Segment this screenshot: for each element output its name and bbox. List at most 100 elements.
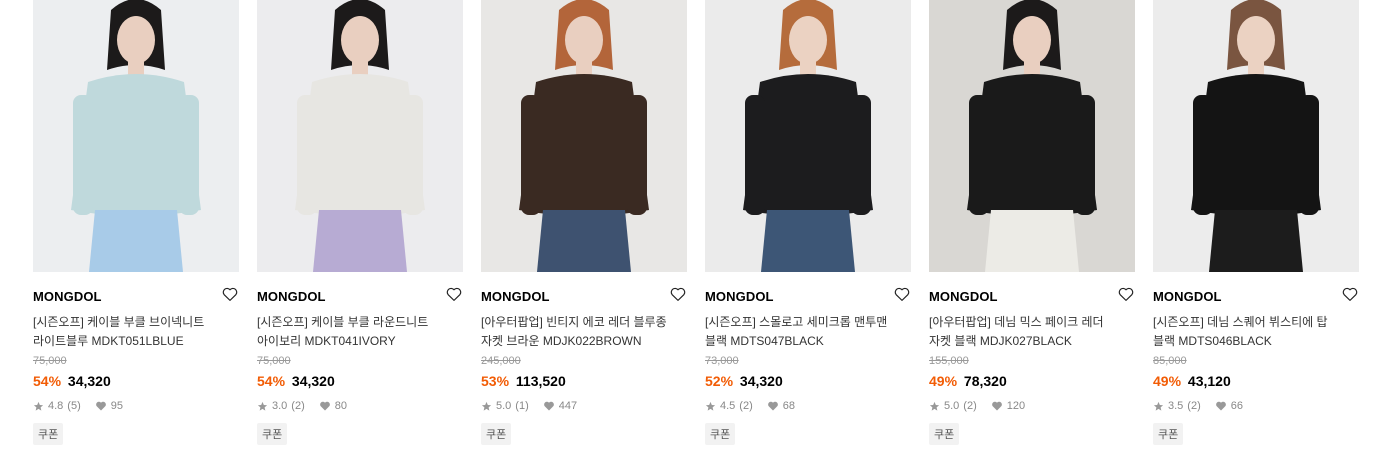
review-count: (2) <box>1187 400 1201 412</box>
product-meta: 4.8 (5) 95 <box>33 399 239 413</box>
product-image[interactable] <box>705 0 911 272</box>
price-row: 52% 34,320 <box>705 373 911 393</box>
brand-name[interactable]: MONGDOL <box>257 289 326 304</box>
product-title-line[interactable]: 블랙 MDTS047BLACK <box>705 332 911 351</box>
product-title-line[interactable]: [아우터팝업] 빈티지 에코 레더 블루종 <box>481 313 687 332</box>
rating: 4.8 <box>48 400 64 412</box>
review-count: (2) <box>963 400 977 412</box>
sale-price: 78,320 <box>963 373 1007 389</box>
price-row: 54% 34,320 <box>257 373 463 393</box>
like-count: 120 <box>1006 400 1026 412</box>
product-title[interactable]: [시즌오프] 데님 스퀘어 뷔스티에 탑 블랙 MDTS046BLACK <box>1153 313 1359 351</box>
rating: 4.5 <box>720 400 736 412</box>
brand-name[interactable]: MONGDOL <box>1153 289 1222 304</box>
like-count-icon <box>95 400 107 412</box>
review-count: (2) <box>291 400 305 412</box>
original-price: 155,000 <box>929 355 969 367</box>
product-title-line[interactable]: 라이트블루 MDKT051LBLUE <box>33 332 239 351</box>
like-count-icon <box>767 400 779 412</box>
heart-icon[interactable] <box>669 285 687 303</box>
heart-icon[interactable] <box>1117 285 1135 303</box>
product-card[interactable]: MONGDOL [시즌오프] 케이블 부클 브이넥니트 라이트블루 MDKT05… <box>33 0 239 445</box>
product-title[interactable]: [아우터팝업] 빈티지 에코 레더 블루종 자켓 브라운 MDJK022BROW… <box>481 313 687 351</box>
star-icon <box>929 401 940 412</box>
discount-rate: 49% <box>929 373 958 389</box>
heart-icon[interactable] <box>893 285 911 303</box>
like-count-icon <box>991 400 1003 412</box>
like-count-icon <box>319 400 331 412</box>
rating: 5.0 <box>944 400 960 412</box>
product-card[interactable]: MONGDOL [시즌오프] 스몰로고 세미크롭 맨투맨 블랙 MDTS047B… <box>705 0 911 445</box>
product-title-line[interactable]: 자켓 블랙 MDJK027BLACK <box>929 332 1135 351</box>
sale-price: 34,320 <box>291 373 335 389</box>
product-title[interactable]: [시즌오프] 케이블 부클 라운드니트 아이보리 MDKT041IVORY <box>257 313 463 351</box>
coupon-badge: 쿠폰 <box>929 423 960 445</box>
product-title[interactable]: [시즌오프] 스몰로고 세미크롭 맨투맨 블랙 MDTS047BLACK <box>705 313 911 351</box>
product-title-line[interactable]: [시즌오프] 스몰로고 세미크롭 맨투맨 <box>705 313 911 332</box>
discount-rate: 49% <box>1153 373 1182 389</box>
star-icon <box>481 401 492 412</box>
discount-rate: 53% <box>481 373 510 389</box>
product-title[interactable]: [시즌오프] 케이블 부클 브이넥니트 라이트블루 MDKT051LBLUE <box>33 313 239 351</box>
product-title-line[interactable]: 아이보리 MDKT041IVORY <box>257 332 463 351</box>
star-icon <box>705 401 716 412</box>
like-count: 80 <box>334 400 347 412</box>
product-image[interactable] <box>929 0 1135 272</box>
heart-icon[interactable] <box>445 285 463 303</box>
discount-rate: 54% <box>257 373 286 389</box>
product-image[interactable] <box>33 0 239 272</box>
product-title-line[interactable]: [아우터팝업] 데님 믹스 페이크 레더 <box>929 313 1135 332</box>
review-count: (2) <box>739 400 753 412</box>
sale-price: 43,120 <box>1187 373 1231 389</box>
product-grid: MONGDOL [시즌오프] 케이블 부클 브이넥니트 라이트블루 MDKT05… <box>33 0 1359 445</box>
product-title[interactable]: [아우터팝업] 데님 믹스 페이크 레더 자켓 블랙 MDJK027BLACK <box>929 313 1135 351</box>
original-price: 75,000 <box>33 355 67 367</box>
product-card[interactable]: MONGDOL [아우터팝업] 빈티지 에코 레더 블루종 자켓 브라운 MDJ… <box>481 0 687 445</box>
product-image[interactable] <box>257 0 463 272</box>
coupon-badge: 쿠폰 <box>705 423 736 445</box>
coupon-badge: 쿠폰 <box>257 423 288 445</box>
rating: 3.0 <box>272 400 288 412</box>
price-row: 49% 43,120 <box>1153 373 1359 393</box>
price-row: 54% 34,320 <box>33 373 239 393</box>
product-image[interactable] <box>1153 0 1359 272</box>
product-meta: 3.0 (2) 80 <box>257 399 463 413</box>
brand-name[interactable]: MONGDOL <box>33 289 102 304</box>
star-icon <box>1153 401 1164 412</box>
product-title-line[interactable]: [시즌오프] 데님 스퀘어 뷔스티에 탑 <box>1153 313 1359 332</box>
product-title-line[interactable]: [시즌오프] 케이블 부클 라운드니트 <box>257 313 463 332</box>
discount-rate: 52% <box>705 373 734 389</box>
original-price: 245,000 <box>481 355 521 367</box>
brand-name[interactable]: MONGDOL <box>929 289 998 304</box>
product-title-line[interactable]: [시즌오프] 케이블 부클 브이넥니트 <box>33 313 239 332</box>
heart-icon[interactable] <box>1341 285 1359 303</box>
original-price: 73,000 <box>705 355 739 367</box>
product-card[interactable]: MONGDOL [아우터팝업] 데님 믹스 페이크 레더 자켓 블랙 MDJK0… <box>929 0 1135 445</box>
product-card[interactable]: MONGDOL [시즌오프] 데님 스퀘어 뷔스티에 탑 블랙 MDTS046B… <box>1153 0 1359 445</box>
like-count-icon <box>543 400 555 412</box>
rating: 5.0 <box>496 400 512 412</box>
star-icon <box>257 401 268 412</box>
original-price: 85,000 <box>1153 355 1187 367</box>
like-count: 68 <box>782 400 795 412</box>
price-row: 49% 78,320 <box>929 373 1135 393</box>
like-count: 95 <box>110 400 123 412</box>
discount-rate: 54% <box>33 373 62 389</box>
star-icon <box>33 401 44 412</box>
product-meta: 5.0 (1) 447 <box>481 399 687 413</box>
review-count: (5) <box>67 400 81 412</box>
original-price: 75,000 <box>257 355 291 367</box>
sale-price: 34,320 <box>739 373 783 389</box>
product-title-line[interactable]: 블랙 MDTS046BLACK <box>1153 332 1359 351</box>
brand-name[interactable]: MONGDOL <box>705 289 774 304</box>
review-count: (1) <box>515 400 529 412</box>
sale-price: 34,320 <box>67 373 111 389</box>
product-card[interactable]: MONGDOL [시즌오프] 케이블 부클 라운드니트 아이보리 MDKT041… <box>257 0 463 445</box>
product-title-line[interactable]: 자켓 브라운 MDJK022BROWN <box>481 332 687 351</box>
product-image[interactable] <box>481 0 687 272</box>
heart-icon[interactable] <box>221 285 239 303</box>
brand-name[interactable]: MONGDOL <box>481 289 550 304</box>
like-count-icon <box>1215 400 1227 412</box>
product-meta: 4.5 (2) 68 <box>705 399 911 413</box>
like-count: 66 <box>1230 400 1243 412</box>
